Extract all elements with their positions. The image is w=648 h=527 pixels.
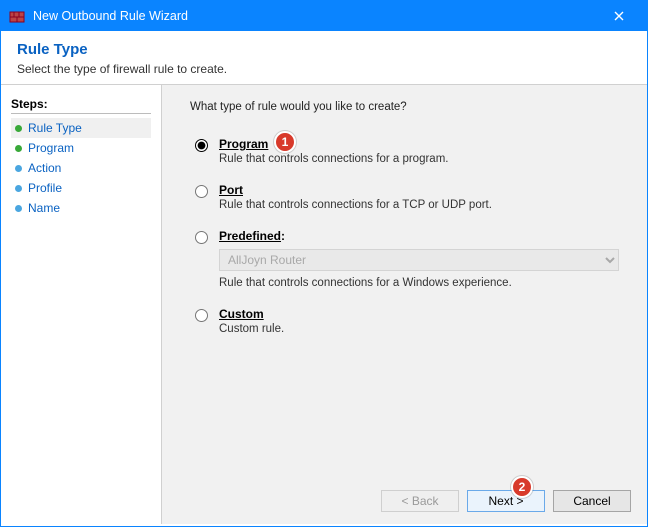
- option-predefined[interactable]: Predefined: AllJoyn Router Rule that con…: [190, 229, 627, 289]
- question-text: What type of rule would you like to crea…: [190, 101, 627, 113]
- colon: :: [281, 229, 285, 243]
- predefined-select[interactable]: AllJoyn Router: [219, 249, 619, 271]
- option-custom[interactable]: Custom Custom rule.: [190, 307, 627, 335]
- content-pane: What type of rule would you like to crea…: [161, 85, 647, 524]
- option-desc: Rule that controls connections for a pro…: [219, 153, 627, 165]
- step-name[interactable]: Name: [11, 198, 151, 218]
- page-title: Rule Type: [17, 41, 631, 58]
- next-button[interactable]: Next >: [467, 490, 545, 512]
- option-title: Program: [219, 137, 268, 151]
- window-title: New Outbound Rule Wizard: [33, 9, 188, 23]
- option-port[interactable]: Port Rule that controls connections for …: [190, 183, 627, 211]
- cancel-button[interactable]: Cancel: [553, 490, 631, 512]
- option-program[interactable]: Program Rule that controls connections f…: [190, 137, 627, 165]
- firewall-icon: [9, 8, 25, 24]
- main-area: Steps: Rule Type Program Action Profile …: [1, 85, 647, 524]
- option-title: Custom: [219, 307, 264, 321]
- step-program[interactable]: Program: [11, 138, 151, 158]
- step-label: Program: [28, 141, 74, 155]
- bullet-icon: [15, 145, 22, 152]
- option-desc: Rule that controls connections for a TCP…: [219, 199, 627, 211]
- divider: [11, 113, 151, 114]
- steps-sidebar: Steps: Rule Type Program Action Profile …: [1, 85, 161, 524]
- radio-custom[interactable]: [195, 309, 208, 322]
- back-button[interactable]: < Back: [381, 490, 459, 512]
- titlebar: New Outbound Rule Wizard: [1, 1, 647, 31]
- radio-port[interactable]: [195, 185, 208, 198]
- bullet-icon: [15, 125, 22, 132]
- bullet-icon: [15, 165, 22, 172]
- option-title: Port: [219, 183, 243, 197]
- step-action[interactable]: Action: [11, 158, 151, 178]
- option-desc: Rule that controls connections for a Win…: [219, 277, 627, 289]
- bullet-icon: [15, 205, 22, 212]
- option-desc: Custom rule.: [219, 323, 627, 335]
- radio-program[interactable]: [195, 139, 208, 152]
- steps-label: Steps:: [11, 97, 151, 111]
- step-profile[interactable]: Profile: [11, 178, 151, 198]
- step-label: Name: [28, 201, 60, 215]
- step-label: Rule Type: [28, 121, 82, 135]
- wizard-footer: < Back Next > 2 Cancel: [381, 490, 631, 512]
- option-title: Predefined: [219, 229, 281, 243]
- step-label: Action: [28, 161, 61, 175]
- close-button[interactable]: [599, 1, 639, 31]
- bullet-icon: [15, 185, 22, 192]
- wizard-header: Rule Type Select the type of firewall ru…: [1, 31, 647, 85]
- page-subtitle: Select the type of firewall rule to crea…: [17, 62, 631, 76]
- radio-predefined[interactable]: [195, 231, 208, 244]
- step-rule-type[interactable]: Rule Type: [11, 118, 151, 138]
- step-label: Profile: [28, 181, 62, 195]
